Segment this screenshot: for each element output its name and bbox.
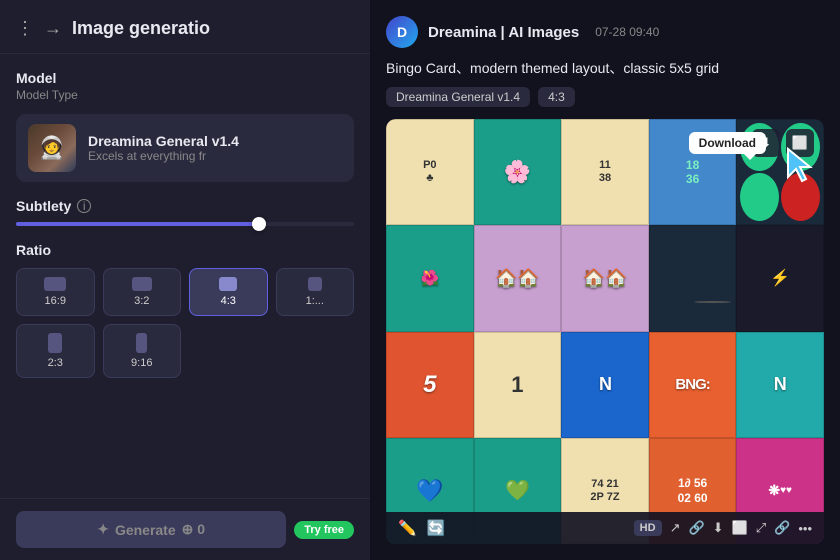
- left-header: ⋮ → Image generatio: [0, 0, 370, 54]
- menu-icon[interactable]: ⋮: [16, 18, 34, 39]
- bingo-cell: 🌺: [386, 225, 474, 331]
- model-thumbnail: 🧑‍🚀: [28, 124, 76, 172]
- tags-row: Dreamina General v1.4 4:3: [386, 87, 824, 107]
- left-panel: ⋮ → Image generatio Model Model Type 🧑‍🚀…: [0, 0, 370, 560]
- ratio-text-3-2: 3:2: [134, 295, 149, 307]
- app-icon: D: [386, 16, 418, 48]
- bingo-cell: N: [561, 332, 649, 438]
- ratio-icon-1-1: [308, 277, 322, 291]
- bingo-cell: BNG:: [649, 332, 737, 438]
- model-emoji: 🧑‍🚀: [38, 135, 65, 161]
- ratio-label: Ratio: [16, 242, 354, 258]
- try-free-badge[interactable]: Try free: [294, 521, 354, 539]
- slider-fill: [16, 222, 259, 226]
- bingo-image-container: P0♣ 🌸 1138 1836 🌺 🏠🏠 🏠🏠 ⚡ 5: [386, 119, 824, 544]
- subtlety-slider[interactable]: [16, 222, 354, 226]
- resize-icon[interactable]: ⤢: [756, 520, 766, 536]
- ratio-text-1-1: 1:...: [306, 295, 324, 307]
- generate-count: ⊕ 0: [182, 521, 205, 538]
- bingo-cell: 🌸: [474, 119, 562, 225]
- ratio-btn-2-3[interactable]: 2:3: [16, 324, 95, 378]
- frame-icon[interactable]: ⬜: [732, 520, 748, 536]
- ratio-icon-9-16: [136, 333, 147, 353]
- timestamp: 07-28 09:40: [595, 25, 659, 39]
- right-panel: D Dreamina | AI Images 07-28 09:40 Bingo…: [370, 0, 840, 560]
- info-icon[interactable]: i: [77, 199, 91, 213]
- bingo-cell: 🏠🏠: [474, 225, 562, 331]
- generate-bar: ✦ Generate ⊕ 0 Try free: [0, 498, 370, 560]
- ratio-icon-2-3: [48, 333, 62, 353]
- bottom-right-icons: HD ↗ 🔗 ⬇ ⬜ ⤢ 🔗 •••: [634, 520, 812, 536]
- ratio-btn-1-1[interactable]: 1:...: [276, 268, 355, 316]
- subtlety-row: Subtlety i: [16, 198, 354, 214]
- slider-thumb[interactable]: [252, 217, 266, 231]
- ratio-icon-4-3: [219, 277, 237, 291]
- ratio-text-9-16: 9:16: [131, 357, 152, 369]
- bingo-cell: 🏠🏠: [561, 225, 649, 331]
- hd-badge[interactable]: HD: [634, 520, 662, 536]
- ratio-btn-3-2[interactable]: 3:2: [103, 268, 182, 316]
- ratio-icon-16-9: [44, 277, 66, 291]
- edit-icon[interactable]: ✏️: [398, 519, 417, 537]
- arrow-icon[interactable]: →: [44, 18, 62, 39]
- ratio-text-16-9: 16:9: [45, 295, 66, 307]
- bingo-cell: N: [736, 332, 824, 438]
- cursor-arrow: [780, 145, 820, 185]
- ratio-text-2-3: 2:3: [48, 357, 63, 369]
- tag-ratio: 4:3: [538, 87, 575, 107]
- model-card[interactable]: 🧑‍🚀 Dreamina General v1.4 Excels at ever…: [16, 114, 354, 182]
- prompt-text: Bingo Card、modern themed layout、classic …: [386, 58, 824, 79]
- left-content: Model Model Type 🧑‍🚀 Dreamina General v1…: [0, 54, 370, 410]
- generate-button[interactable]: ✦ Generate ⊕ 0: [16, 511, 286, 548]
- bingo-cell: ⚡: [736, 225, 824, 331]
- ratio-btn-4-3[interactable]: 4:3: [189, 268, 268, 316]
- bingo-cell: [649, 225, 737, 331]
- ratio-grid: 16:9 3:2 4:3 1:...: [16, 268, 354, 316]
- ratio-btn-9-16[interactable]: 9:16: [103, 324, 182, 378]
- expand-icon[interactable]: ↗: [670, 520, 681, 536]
- model-label: Model: [16, 70, 354, 86]
- share-icon[interactable]: 🔗: [774, 520, 790, 536]
- image-toolbar-bottom: ✏️ 🔄 HD ↗ 🔗 ⬇ ⬜ ⤢ 🔗 •••: [386, 512, 824, 544]
- bingo-cell: 5: [386, 332, 474, 438]
- tag-model: Dreamina General v1.4: [386, 87, 530, 107]
- model-type-label: Model Type: [16, 88, 354, 102]
- ratio-icon-3-2: [132, 277, 152, 291]
- more-icon[interactable]: •••: [798, 521, 812, 536]
- ratio-grid-2: 2:3 9:16: [16, 324, 354, 378]
- subtlety-label: Subtlety: [16, 198, 71, 214]
- refresh-icon[interactable]: 🔄: [427, 519, 446, 537]
- ratio-btn-16-9[interactable]: 16:9: [16, 268, 95, 316]
- generate-label: Generate: [115, 522, 176, 538]
- generate-icon: ✦: [97, 521, 109, 538]
- model-name: Dreamina General v1.4: [88, 133, 239, 149]
- bingo-cell: 1138: [561, 119, 649, 225]
- bingo-cell: P0♣: [386, 119, 474, 225]
- link-icon[interactable]: 🔗: [688, 520, 704, 536]
- bingo-cell: 1: [474, 332, 562, 438]
- model-desc: Excels at everything fr: [88, 149, 239, 163]
- model-info: Dreamina General v1.4 Excels at everythi…: [88, 133, 239, 163]
- bottom-left-icons: ✏️ 🔄: [398, 519, 445, 537]
- download-tooltip: Download: [689, 132, 766, 154]
- bingo-grid: P0♣ 🌸 1138 1836 🌺 🏠🏠 🏠🏠 ⚡ 5: [386, 119, 824, 544]
- app-name: Dreamina | AI Images: [428, 24, 579, 41]
- download-icon[interactable]: ⬇: [713, 520, 724, 536]
- chat-header: D Dreamina | AI Images 07-28 09:40: [386, 16, 824, 48]
- ratio-text-4-3: 4:3: [221, 295, 236, 307]
- panel-title: Image generatio: [72, 18, 210, 39]
